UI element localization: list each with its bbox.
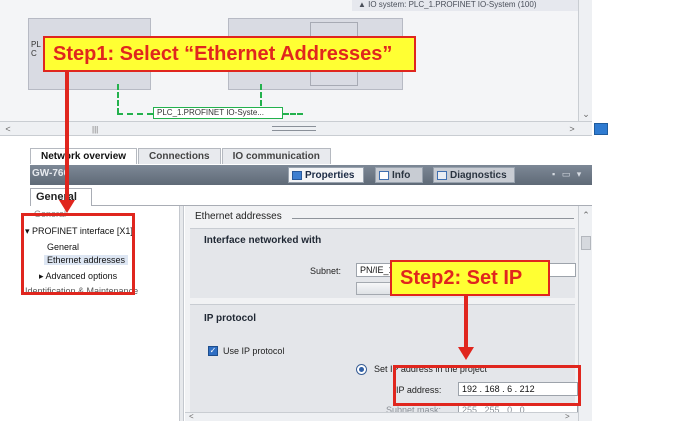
editor-tabs: Network overview Connections IO communic… (30, 148, 332, 164)
scroll-left-icon[interactable]: < (2, 123, 14, 135)
network-view-vscroll[interactable]: ⌄ (578, 0, 592, 121)
tab-io-communication[interactable]: IO communication (221, 148, 331, 164)
io-system-text: IO system: PLC_1.PROFINET IO-System (100… (368, 0, 537, 9)
use-ip-label: Use IP protocol (223, 346, 285, 356)
use-ip-checkbox[interactable]: ✓ (208, 346, 218, 356)
tab-diagnostics-label: Diagnostics (450, 170, 507, 181)
step1-highlight-box (21, 213, 135, 295)
tab-properties[interactable]: Properties (288, 167, 364, 183)
screenshot: ▲ IO system: PLC_1.PROFINET IO-System (1… (0, 0, 677, 421)
set-ip-radio[interactable] (356, 364, 367, 375)
scroll-right-icon[interactable]: > (566, 123, 578, 135)
properties-icon (292, 171, 302, 180)
profinet-link-label[interactable]: PLC_1.PROFINET IO-Syste... (153, 107, 283, 119)
radio-dot (359, 367, 364, 372)
overview-navigation-icon[interactable] (594, 123, 608, 135)
tab-info-label: Info (392, 170, 411, 181)
step2-callout: Step2: Set IP (390, 260, 550, 296)
scroll-up-icon[interactable]: ⌃ (580, 209, 592, 221)
tab-network-overview[interactable]: Network overview (30, 148, 138, 164)
diagnostics-icon (437, 171, 447, 180)
scroll-down-icon[interactable]: ⌄ (580, 108, 592, 120)
window-controls-icon[interactable]: ▪ ▭ ▾ (552, 169, 583, 180)
step2-arrow-shaft (464, 296, 468, 348)
subnet-label: Subnet: (310, 266, 342, 276)
tab-diagnostics[interactable]: Diagnostics (433, 167, 515, 183)
hscroll-right-icon[interactable]: > (565, 412, 570, 421)
section-title-ethernet-addresses: Ethernet addresses (195, 211, 282, 222)
profinet-line-left (117, 84, 119, 114)
step2-highlight-box (393, 365, 581, 406)
hscroll-left-icon[interactable]: < (189, 412, 194, 421)
tab-connections[interactable]: Connections (138, 148, 221, 164)
properties-hscroll[interactable]: < > (185, 412, 578, 421)
io-system-icon: ▲ (358, 0, 369, 9)
profinet-line-bottom-right (283, 113, 303, 115)
network-view-hscroll[interactable]: < ||| > (0, 122, 592, 136)
hscroll-center-grip[interactable] (272, 126, 316, 131)
io-system-label: ▲ IO system: PLC_1.PROFINET IO-System (1… (352, 0, 584, 11)
tab-info[interactable]: Info (375, 167, 423, 183)
step1-arrow-shaft (65, 72, 69, 202)
step1-arrowhead (59, 200, 75, 213)
vscroll-thumb[interactable] (581, 236, 591, 250)
info-icon (379, 171, 389, 180)
step2-arrowhead (458, 347, 474, 360)
tree-splitter[interactable] (179, 206, 184, 421)
step1-callout: Step1: Select “Ethernet Addresses” (43, 36, 416, 72)
inspector-device-name: GW-766 (32, 168, 70, 179)
profinet-line-bottom (117, 113, 153, 115)
ip-protocol-title: IP protocol (204, 313, 257, 324)
plc-name-snippet: PL C (31, 40, 41, 58)
tab-properties-label: Properties (305, 170, 355, 181)
hscroll-thumb-grip[interactable]: ||| (92, 125, 98, 134)
section-divider (292, 218, 574, 219)
interface-networked-title: Interface networked with (204, 235, 322, 246)
